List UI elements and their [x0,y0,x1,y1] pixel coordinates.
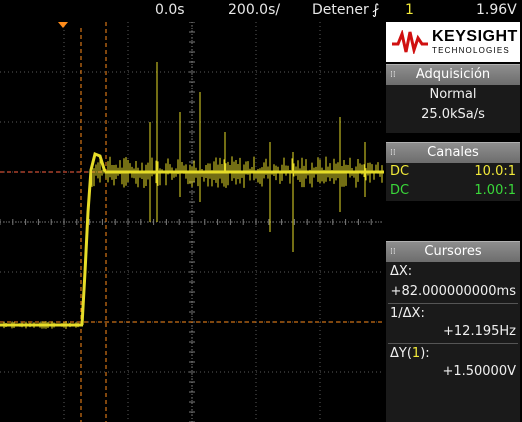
brand-name: KEYSIGHT [432,28,518,45]
delta-y-label: ΔY(1): [390,346,430,361]
channels-header[interactable]: ⁞⁞ Canales [386,142,520,163]
waveform-display[interactable] [0,22,384,422]
acquisition-mode: Normal [429,87,477,102]
channel-1-row[interactable]: DC 10.0:1 [388,164,518,182]
time-scale[interactable]: 200.0s/ [228,2,280,18]
trigger-channel[interactable]: 1 [405,2,414,18]
divider [388,303,518,304]
keysight-wave-icon [392,30,428,54]
brand-sub: TECHNOLOGIES [432,46,510,55]
delta-x-value: +82.000000000ms [390,284,516,299]
channels-body: DC 10.0:1 DC 1.00:1 [386,163,520,201]
grip-icon: ⁞⁞ [390,148,396,158]
divider [388,343,518,344]
grip-icon: ⁞⁞ [390,70,396,80]
delta-y-value: +1.50000V [442,364,516,379]
cursors-header[interactable]: ⁞⁞ Cursores [386,241,520,262]
inverse-delta-x-value: +12.195Hz [443,324,516,339]
acquisition-rate: 25.0kSa/s [421,107,485,122]
inverse-delta-x-label: 1/ΔX: [390,306,425,321]
delta-x-label: ΔX: [390,264,413,279]
acquisition-header[interactable]: ⁞⁞ Adquisición [386,64,520,85]
acquisition-body: Normal 25.0kSa/s [386,85,520,133]
cursors-body: ΔX: +82.000000000ms 1/ΔX: +12.195Hz ΔY(1… [386,262,520,422]
grip-icon: ⁞⁞ [390,247,396,257]
trigger-level[interactable]: 1.96V [476,2,517,18]
side-panel: KEYSIGHT TECHNOLOGIES ⁞⁞ Adquisición Nor… [386,22,522,422]
status-bar: 0.0s 200.0s/ Detener ⨏ 1 1.96V [0,0,522,22]
time-marker: 0.0s [155,2,185,18]
channel-2-row[interactable]: DC 1.00:1 [388,183,518,201]
brand-logo: KEYSIGHT TECHNOLOGIES [386,22,520,62]
run-state[interactable]: Detener [312,2,369,18]
trigger-edge-icon: ⨏ [372,2,380,18]
